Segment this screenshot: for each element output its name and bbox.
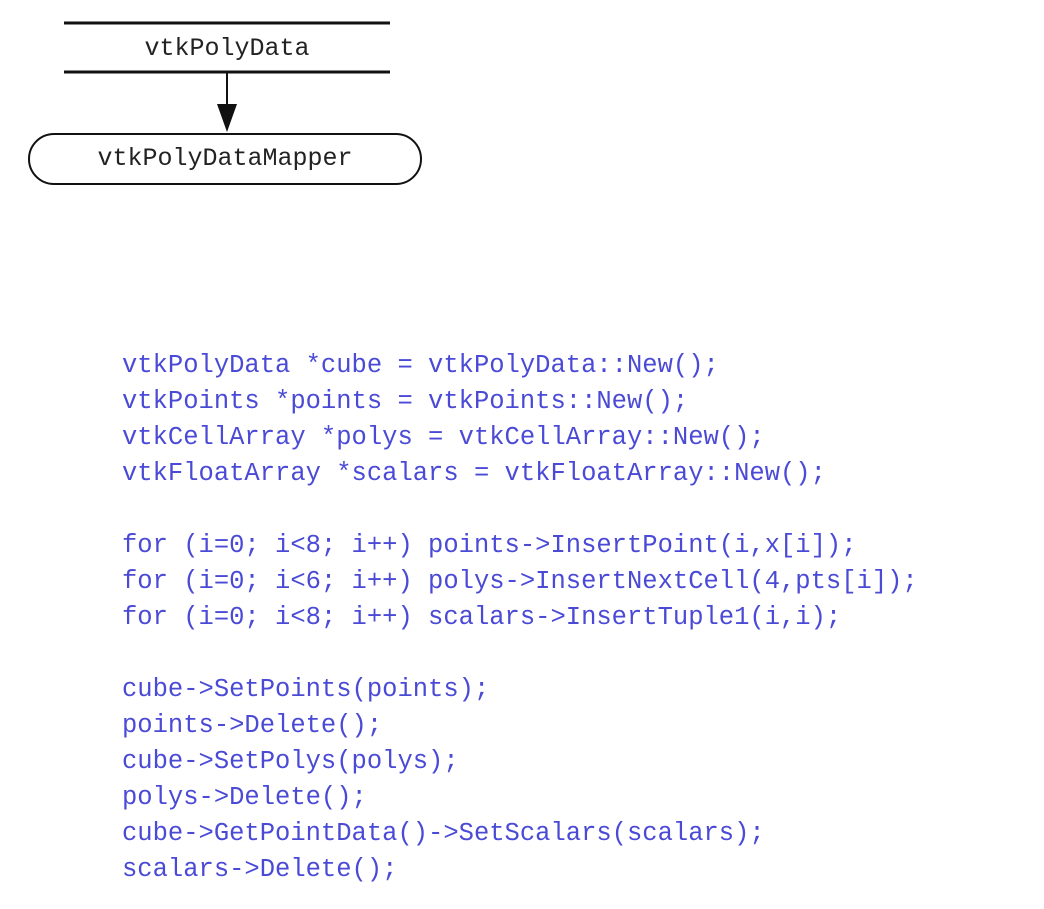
- code-line: cube->GetPointData()->SetScalars(scalars…: [122, 819, 765, 848]
- code-line: scalars->Delete();: [122, 855, 398, 884]
- code-listing: vtkPolyData *cube = vtkPolyData::New(); …: [122, 348, 918, 888]
- code-line: vtkCellArray *polys = vtkCellArray::New(…: [122, 423, 765, 452]
- mapper-node-label: vtkPolyDataMapper: [97, 144, 353, 173]
- code-line: for (i=0; i<8; i++) points->InsertPoint(…: [122, 531, 857, 560]
- code-line: cube->SetPolys(polys);: [122, 747, 459, 776]
- code-line: vtkPolyData *cube = vtkPolyData::New();: [122, 351, 719, 380]
- pipeline-arrow-head: [217, 104, 237, 132]
- pipeline-diagram: vtkPolyData vtkPolyDataMapper: [0, 0, 440, 200]
- code-line: for (i=0; i<8; i++) scalars->InsertTuple…: [122, 603, 842, 632]
- data-store-label: vtkPolyData: [144, 34, 310, 63]
- code-line: vtkFloatArray *scalars = vtkFloatArray::…: [122, 459, 826, 488]
- code-line: polys->Delete();: [122, 783, 367, 812]
- code-line: cube->SetPoints(points);: [122, 675, 490, 704]
- code-line: for (i=0; i<6; i++) polys->InsertNextCel…: [122, 567, 918, 596]
- code-line: points->Delete();: [122, 711, 383, 740]
- code-line: vtkPoints *points = vtkPoints::New();: [122, 387, 689, 416]
